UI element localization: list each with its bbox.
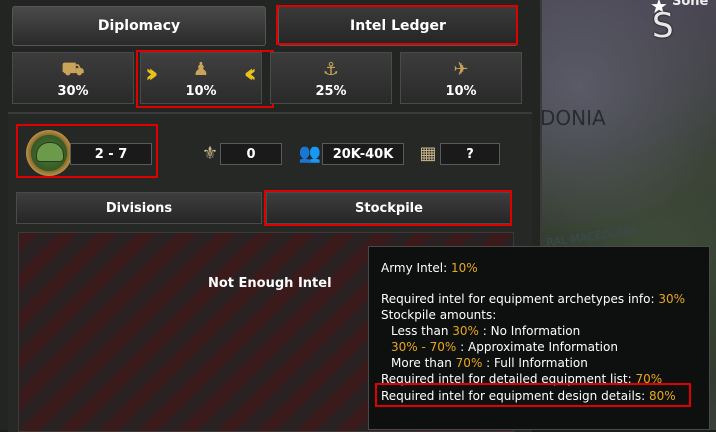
tank-icon: ⛟ [61, 59, 85, 80]
map-label-donia: DONIA [540, 106, 606, 130]
plane-icon: ✈ [453, 59, 469, 80]
map-label-s: S [652, 6, 674, 46]
tab-diplomacy[interactable]: Diplomacy [12, 6, 266, 46]
category-army[interactable]: ⛟ 30% [12, 52, 134, 104]
intel-tooltip: Army Intel: 10% Required intel for equip… [368, 246, 710, 430]
equipment-crate-icon: ▦ [419, 143, 437, 164]
label: Required intel for detailed equipment li… [381, 372, 632, 386]
category-infantry[interactable]: ›› ♟ ‹‹ 10% [140, 52, 262, 104]
soldier-icon: ♟ [192, 59, 210, 80]
label: Required intel for equipment design deta… [381, 389, 646, 403]
tab-intel-ledger[interactable]: Intel Ledger [278, 6, 518, 46]
tooltip-line-less: Less than 30% : No Information [391, 324, 580, 338]
category-value: 10% [185, 84, 217, 99]
helmet-icon [36, 142, 64, 162]
desc: : No Information [482, 324, 581, 338]
label: More than [391, 356, 452, 370]
value: 10% [450, 261, 478, 275]
tooltip-line-stockpile: Stockpile amounts: [381, 308, 497, 322]
anchor-icon: ⚓ [322, 59, 340, 80]
desc: : Full Information [486, 356, 588, 370]
category-value: 25% [315, 84, 347, 99]
generals-value: 0 [220, 143, 282, 165]
subtab-divisions[interactable]: Divisions [16, 192, 262, 224]
tooltip-line-detailed: Required intel for detailed equipment li… [381, 372, 662, 386]
desc: : Approximate Information [460, 340, 618, 354]
equipment-value: ? [440, 143, 500, 165]
tooltip-line-archetypes: Required intel for equipment archetypes … [381, 292, 685, 306]
value: 70% [635, 372, 663, 386]
map-label-sone: Sone [672, 0, 709, 9]
manpower-value: 20K-40K [322, 143, 404, 165]
value: 30% [658, 292, 685, 306]
category-value: 10% [445, 84, 477, 99]
category-navy[interactable]: ⚓ 25% [270, 52, 392, 104]
value: 30% [452, 324, 479, 338]
value: 30% - 70% [391, 340, 457, 354]
category-value: 30% [57, 84, 89, 99]
value: 80% [648, 389, 676, 403]
not-enough-intel-label: Not Enough Intel [208, 276, 332, 291]
tooltip-line-range: 30% - 70% : Approximate Information [391, 340, 618, 354]
manpower-icon: 👥 [298, 143, 322, 164]
value: 70% [455, 356, 483, 370]
label: Less than [391, 324, 449, 338]
category-air[interactable]: ✈ 10% [400, 52, 522, 104]
subtab-stockpile[interactable]: Stockpile [266, 192, 512, 224]
army-rank-value: 2 - 7 [70, 143, 152, 165]
label: Army Intel: [381, 261, 448, 275]
label: Required intel for equipment archetypes … [381, 292, 655, 306]
tooltip-line-army-intel: Army Intel: 10% [381, 261, 478, 275]
tooltip-line-more: More than 70% : Full Information [391, 356, 588, 370]
tooltip-line-design: Required intel for equipment design deta… [381, 389, 676, 403]
